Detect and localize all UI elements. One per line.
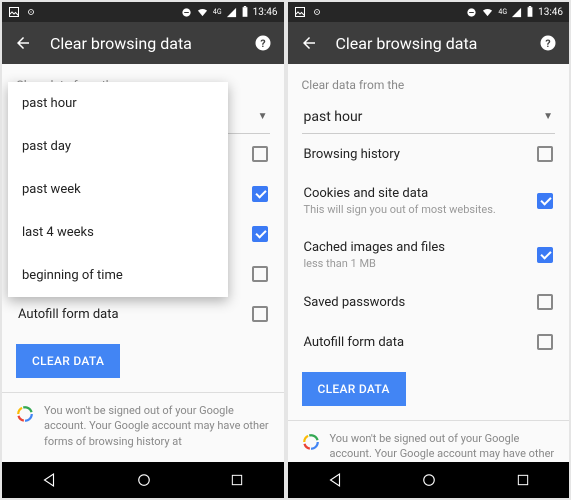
option-row[interactable]: Saved passwords — [302, 282, 556, 322]
checkbox-saved-passwords[interactable] — [252, 266, 268, 282]
page-title: Clear browsing data — [336, 34, 522, 53]
image-icon — [8, 6, 20, 18]
image-icon — [294, 6, 306, 18]
wifi-icon — [196, 7, 209, 18]
option-sublabel: This will sign you out of most websites. — [304, 203, 496, 216]
option-sublabel: less than 1 MB — [304, 257, 445, 270]
menu-item[interactable]: past week — [8, 168, 228, 211]
option-row[interactable]: Cached images and files less than 1 MB — [302, 228, 556, 282]
menu-item[interactable]: last 4 weeks — [8, 211, 228, 254]
nav-recent-icon[interactable] — [229, 472, 245, 488]
menu-item[interactable]: beginning of time — [8, 254, 228, 297]
menu-item[interactable]: past hour — [8, 82, 228, 125]
signal-icon — [511, 7, 522, 18]
checkbox[interactable] — [252, 226, 268, 242]
wifi-icon — [481, 7, 494, 18]
clock: 13:46 — [538, 7, 563, 18]
google-icon — [302, 433, 320, 451]
option-row[interactable]: Browsing history — [302, 134, 556, 174]
checkbox[interactable] — [252, 146, 268, 162]
network-label: 4G — [498, 8, 507, 16]
checkbox-browsing-history[interactable] — [537, 146, 553, 162]
time-range-label: Clear data from the — [302, 78, 556, 92]
nav-back-icon[interactable] — [326, 471, 344, 489]
network-label: 4G — [213, 8, 222, 16]
time-range-menu: past hour past day past week last 4 week… — [8, 82, 228, 297]
option-autofill: Autofill form data — [18, 307, 119, 322]
signal-icon — [226, 7, 237, 18]
option-label: Cookies and site data — [304, 186, 496, 201]
app-bar: Clear browsing data ? — [288, 22, 570, 64]
back-icon[interactable] — [300, 34, 318, 52]
checkbox-cookies[interactable] — [537, 193, 553, 209]
nav-home-icon[interactable] — [135, 471, 153, 489]
checkbox-saved-passwords[interactable] — [537, 294, 553, 310]
option-label: Saved passwords — [304, 295, 406, 310]
menu-item[interactable]: past day — [8, 125, 228, 168]
nav-home-icon[interactable] — [420, 471, 438, 489]
clear-data-button[interactable]: CLEAR DATA — [302, 372, 406, 406]
page-title: Clear browsing data — [50, 34, 236, 53]
back-icon[interactable] — [14, 34, 32, 52]
location-icon — [26, 7, 36, 17]
dnd-icon — [181, 7, 192, 18]
nav-bar — [2, 462, 284, 498]
svg-text:?: ? — [545, 37, 550, 50]
battery-icon — [526, 6, 534, 18]
location-icon — [312, 7, 322, 17]
option-label: Browsing history — [304, 147, 400, 162]
chevron-down-icon: ▼ — [258, 111, 268, 122]
nav-back-icon[interactable] — [40, 471, 58, 489]
chevron-down-icon: ▼ — [543, 111, 553, 122]
option-label: Cached images and files — [304, 240, 445, 255]
help-icon[interactable]: ? — [539, 34, 557, 52]
checkbox-cache[interactable] — [537, 247, 553, 263]
phone-right: 4G 13:46 Clear browsing data ? Clear dat… — [288, 2, 570, 498]
nav-recent-icon[interactable] — [515, 472, 531, 488]
dropdown-value: past hour — [304, 109, 363, 125]
status-bar: 4G 13:46 — [2, 2, 284, 22]
footer-note: You won't be signed out of your Google a… — [16, 403, 270, 457]
checkbox-autofill[interactable] — [252, 306, 268, 322]
option-row[interactable]: Cookies and site data This will sign you … — [302, 174, 556, 228]
footer-text: You won't be signed out of your Google a… — [44, 403, 270, 449]
dnd-icon — [466, 7, 477, 18]
divider — [2, 392, 284, 393]
option-label: Autofill form data — [304, 335, 405, 350]
checkbox[interactable] — [252, 186, 268, 202]
app-bar: Clear browsing data ? — [2, 22, 284, 64]
option-row[interactable]: Autofill form data — [302, 322, 556, 362]
phone-left: 4G 13:46 Clear browsing data ? Clear dat… — [2, 2, 284, 498]
battery-icon — [241, 6, 249, 18]
clear-data-button[interactable]: CLEAR DATA — [16, 344, 120, 378]
help-icon[interactable]: ? — [254, 34, 272, 52]
time-range-dropdown[interactable]: past hour ▼ — [302, 100, 556, 134]
svg-text:?: ? — [260, 37, 265, 50]
google-icon — [16, 405, 34, 423]
checkbox-autofill[interactable] — [537, 334, 553, 350]
nav-bar — [288, 462, 570, 498]
clock: 13:46 — [253, 7, 278, 18]
divider — [288, 420, 570, 421]
status-bar: 4G 13:46 — [288, 2, 570, 22]
